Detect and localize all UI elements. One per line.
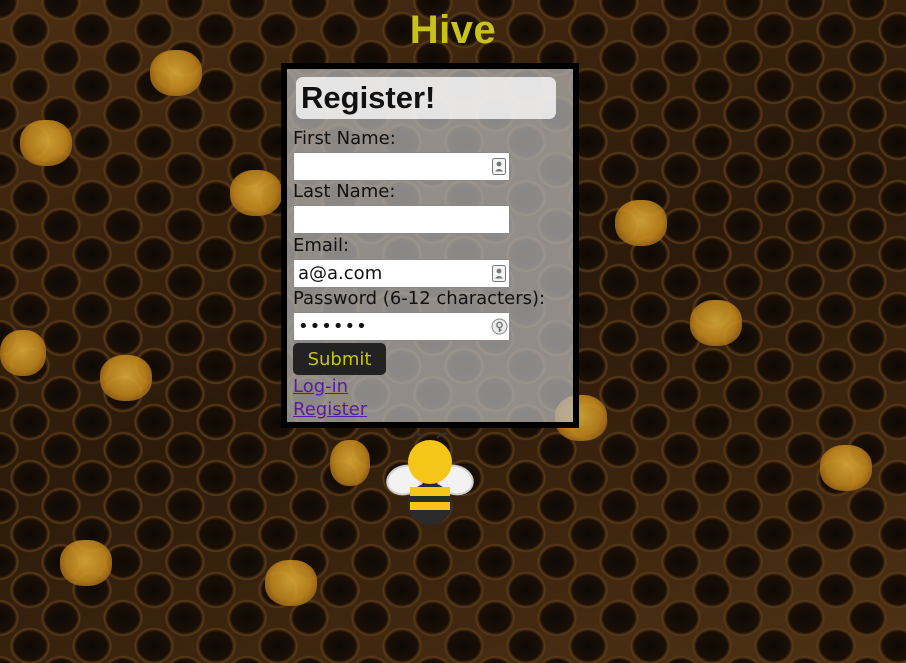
contact-card-icon[interactable] (492, 158, 506, 175)
honey-cell (820, 445, 872, 491)
email-field[interactable] (293, 259, 510, 288)
honey-cell (20, 120, 72, 166)
email-label: Email: (293, 235, 350, 256)
first-name-field[interactable] (293, 152, 510, 181)
register-form: Register! First Name: Last Name: Email: … (281, 63, 579, 428)
password-label: Password (6-12 characters): (293, 288, 546, 309)
honey-cell (615, 200, 667, 246)
honey-cell (150, 50, 202, 96)
first-name-label: First Name: (293, 128, 396, 149)
bee-icon (386, 432, 474, 525)
form-heading: Register! (296, 77, 556, 119)
honey-cell (330, 440, 370, 486)
last-name-field[interactable] (293, 205, 510, 234)
app-title: Hive (409, 8, 497, 52)
login-link[interactable]: Log-in (293, 376, 348, 397)
honey-cell (265, 560, 317, 606)
honey-cell (690, 300, 742, 346)
honey-cell (0, 330, 46, 376)
password-key-icon[interactable] (491, 318, 508, 335)
honey-cell (100, 355, 152, 401)
honey-cell (230, 170, 282, 216)
last-name-label: Last Name: (293, 181, 396, 202)
contact-card-icon[interactable] (492, 265, 506, 282)
honey-cell (60, 540, 112, 586)
register-link[interactable]: Register (293, 399, 367, 420)
submit-button[interactable]: Submit (293, 343, 386, 375)
password-field[interactable] (293, 312, 510, 341)
